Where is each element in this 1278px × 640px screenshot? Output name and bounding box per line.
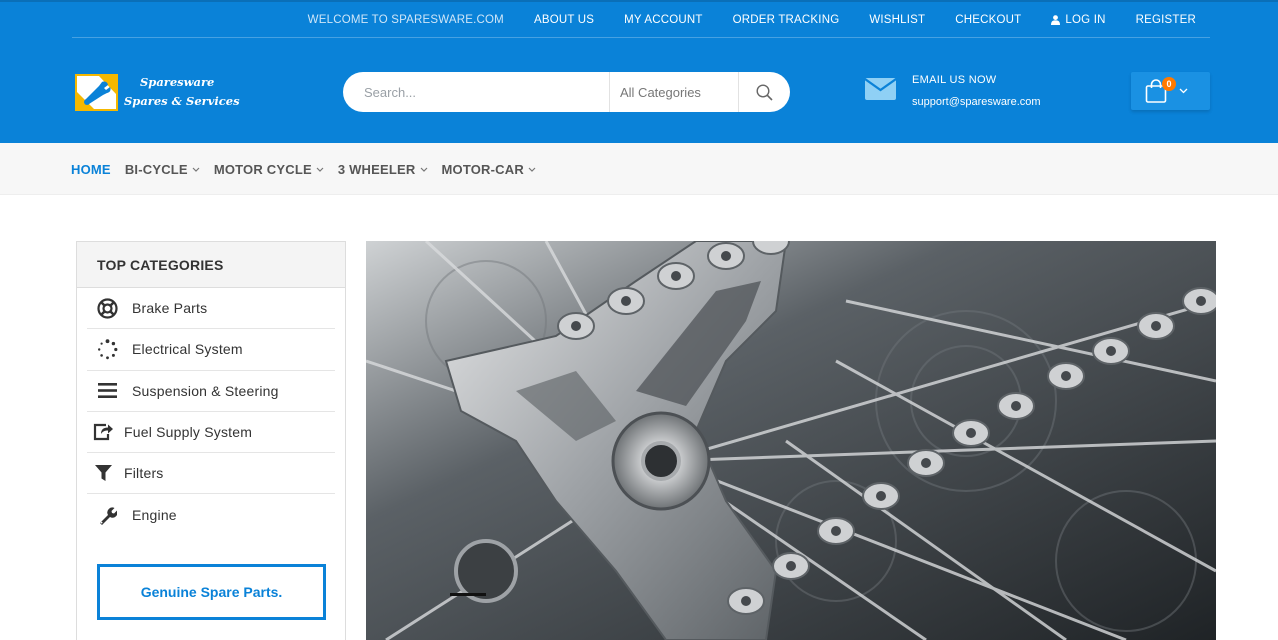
category-label: Fuel Supply System <box>124 424 253 441</box>
user-icon <box>1051 15 1061 25</box>
category-suspension-steering[interactable]: Suspension & Steering <box>87 371 335 412</box>
category-electrical-system[interactable]: Electrical System <box>87 329 335 371</box>
category-label: Electrical System <box>132 341 243 358</box>
login-link[interactable]: LOG IN <box>1051 14 1105 26</box>
bicycle-chain-image <box>366 241 1216 640</box>
category-label: Suspension & Steering <box>132 382 279 399</box>
about-us-link[interactable]: ABOUT US <box>534 14 594 26</box>
share-square-icon <box>92 421 114 443</box>
checkout-link[interactable]: CHECKOUT <box>955 14 1021 26</box>
top-links: WELCOME TO SPARESWARE.COM ABOUT US MY AC… <box>308 2 1196 38</box>
nav-item-label: BI-CYCLE <box>124 161 188 177</box>
top-bar: WELCOME TO SPARESWARE.COM ABOUT US MY AC… <box>72 2 1210 38</box>
chevron-down-icon <box>1179 88 1188 94</box>
genuine-spare-parts-banner[interactable]: Genuine Spare Parts. <box>97 564 326 620</box>
search-bar: All Categories <box>343 72 790 112</box>
category-brake-parts[interactable]: Brake Parts <box>87 288 335 330</box>
chevron-down-icon <box>192 167 200 172</box>
category-label: Filters <box>124 465 164 482</box>
envelope-icon <box>865 78 896 100</box>
my-account-link[interactable]: MY ACCOUNT <box>624 14 702 26</box>
chevron-down-icon <box>528 167 536 172</box>
category-list: Brake Parts Electrical System Suspension… <box>87 288 335 536</box>
register-link[interactable]: REGISTER <box>1136 14 1196 26</box>
contact-email: EMAIL US NOW support@sparesware.com <box>865 69 1041 113</box>
wishlist-link[interactable]: WISHLIST <box>869 14 925 26</box>
lifebuoy-icon <box>96 297 118 319</box>
nav-item-motor-car[interactable]: MOTOR-CAR <box>442 162 536 177</box>
category-label: Brake Parts <box>132 300 208 317</box>
nav-item-label: 3 WHEELER <box>337 161 416 177</box>
logo-line-2: Spares & Services <box>124 94 240 108</box>
category-select[interactable]: All Categories <box>609 72 739 112</box>
spinner-icon <box>96 338 118 360</box>
nav-item-motor-cycle[interactable]: MOTOR CYCLE <box>214 162 324 177</box>
chevron-down-icon <box>316 167 324 172</box>
cart-count-badge: 0 <box>1162 77 1176 91</box>
nav-item-3-wheeler[interactable]: 3 WHEELER <box>338 162 428 177</box>
category-fuel-supply-system[interactable]: Fuel Supply System <box>87 412 335 454</box>
nav-item-bi-cycle[interactable]: BI-CYCLE <box>125 162 200 177</box>
nav-item-label: MOTOR-CAR <box>441 161 524 177</box>
search-button[interactable] <box>739 72 790 112</box>
email-label: EMAIL US NOW <box>912 74 997 86</box>
category-filters[interactable]: Filters <box>87 453 335 495</box>
top-categories-panel: TOP CATEGORIES Brake Parts Electrical Sy… <box>76 241 346 640</box>
logo-mark-icon <box>75 73 118 111</box>
email-address[interactable]: support@sparesware.com <box>912 91 1041 113</box>
search-icon <box>756 83 773 101</box>
site-logo[interactable]: Sparesware Spares & Services <box>75 73 240 111</box>
welcome-text: WELCOME TO SPARESWARE.COM <box>307 14 504 26</box>
chevron-down-icon <box>420 167 427 172</box>
category-label: Engine <box>132 507 177 524</box>
order-tracking-link[interactable]: ORDER TRACKING <box>733 14 840 26</box>
login-label: LOG IN <box>1065 14 1106 26</box>
bars-icon <box>96 380 118 402</box>
hero-banner-image[interactable] <box>366 241 1216 640</box>
wrench-icon <box>96 504 118 526</box>
main-nav: HOME BI-CYCLE MOTOR CYCLE 3 WHEELER MOTO… <box>0 143 1278 195</box>
search-input[interactable] <box>343 72 609 112</box>
logo-text: Sparesware Spares & Services <box>124 73 240 111</box>
nav-item-label: MOTOR CYCLE <box>213 161 312 177</box>
category-engine[interactable]: Engine <box>87 494 335 535</box>
nav-item-home[interactable]: HOME <box>71 162 111 177</box>
site-header: WELCOME TO SPARESWARE.COM ABOUT US MY AC… <box>0 0 1278 143</box>
filter-icon <box>92 462 114 484</box>
top-categories-title: TOP CATEGORIES <box>77 242 345 288</box>
logo-line-1: Sparesware <box>140 75 215 89</box>
